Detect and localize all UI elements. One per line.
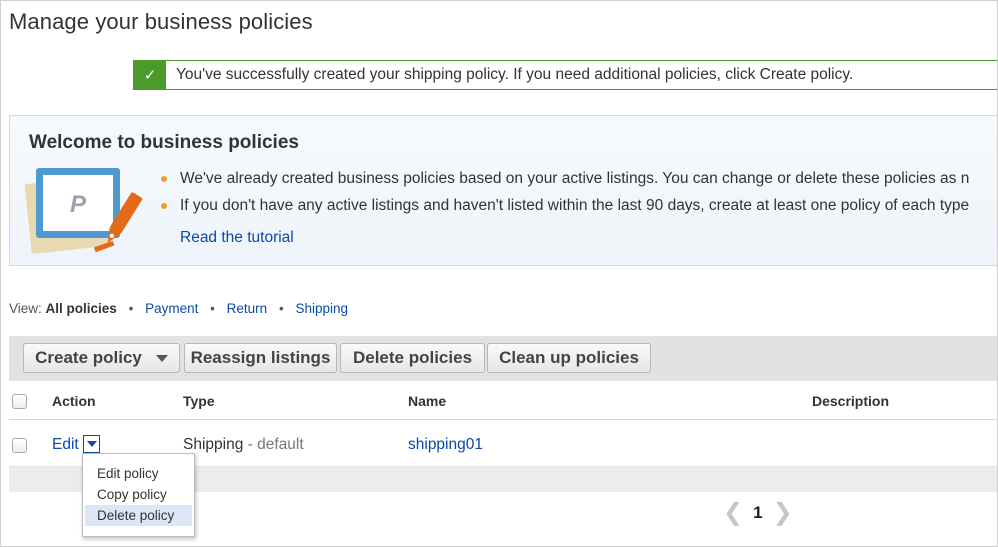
chevron-down-icon	[155, 354, 168, 362]
welcome-bullet-text: We've already created business policies …	[180, 170, 970, 187]
row-checkbox[interactable]	[12, 438, 27, 453]
chevron-right-icon[interactable]: ❯	[773, 501, 793, 525]
policy-toolbar: Create policy Reassign listings Delete p…	[9, 336, 997, 381]
reassign-listings-label: Reassign listings	[190, 348, 331, 367]
chevron-left-icon[interactable]: ❮	[723, 501, 743, 525]
welcome-bullets: We've already created business policies …	[158, 169, 969, 223]
welcome-bullet-item: If you don't have any active listings an…	[158, 196, 969, 223]
create-policy-label: Create policy	[35, 348, 142, 367]
welcome-title: Welcome to business policies	[29, 132, 299, 153]
reassign-listings-button[interactable]: Reassign listings	[184, 343, 337, 373]
policy-name-link[interactable]: shipping01	[408, 436, 483, 454]
policy-type-value: Shipping	[183, 436, 244, 453]
pagination: ❮ 1 ❯	[723, 501, 793, 525]
bullet-icon	[161, 176, 167, 182]
delete-policies-label: Delete policies	[352, 348, 473, 367]
menu-item-copy-policy[interactable]: Copy policy	[83, 484, 194, 505]
view-filter-bar: View: All policies • Payment • Return • …	[9, 301, 348, 316]
clean-up-policies-button[interactable]: Clean up policies	[487, 343, 651, 373]
welcome-panel: Welcome to business policies P We've alr…	[9, 115, 997, 266]
edit-link[interactable]: Edit	[52, 436, 79, 454]
view-separator: •	[128, 301, 134, 316]
view-payment-link[interactable]: Payment	[145, 301, 198, 316]
clean-up-policies-label: Clean up policies	[499, 348, 639, 367]
edit-dropdown-menu: Edit policy Copy policy Delete policy	[82, 453, 195, 537]
view-all-policies-active: All policies	[45, 301, 117, 316]
select-all-checkbox[interactable]	[12, 394, 27, 409]
welcome-bullet-item: We've already created business policies …	[158, 169, 969, 196]
bullet-icon	[161, 203, 167, 209]
menu-item-edit-policy[interactable]: Edit policy	[83, 463, 194, 484]
menu-item-delete-policy[interactable]: Delete policy	[85, 505, 192, 526]
success-message: You've successfully created your shippin…	[176, 66, 854, 83]
policy-type-suffix: - default	[243, 436, 304, 453]
view-prefix: View:	[9, 301, 42, 316]
view-shipping-link[interactable]: Shipping	[295, 301, 348, 316]
current-page-number: 1	[753, 503, 763, 522]
policy-illustration-icon: P	[24, 168, 143, 254]
chevron-down-icon	[86, 441, 97, 447]
edit-dropdown-toggle[interactable]	[83, 435, 100, 453]
page-title: Manage your business policies	[9, 9, 313, 34]
column-header-description: Description	[812, 393, 890, 409]
delete-policies-button[interactable]: Delete policies	[340, 343, 485, 373]
policy-type: Shipping - default	[183, 436, 304, 454]
view-separator: •	[210, 301, 215, 316]
illustration-letter: P	[70, 191, 87, 218]
check-icon: ✓	[134, 61, 166, 89]
column-header-type: Type	[183, 393, 215, 409]
view-separator: •	[278, 301, 284, 316]
column-header-action: Action	[52, 393, 96, 409]
create-policy-button[interactable]: Create policy	[23, 343, 180, 373]
read-tutorial-link[interactable]: Read the tutorial	[180, 229, 294, 247]
table-header: Action Type Name Description	[9, 381, 997, 420]
view-return-link[interactable]: Return	[227, 301, 268, 316]
success-banner: ✓ You've successfully created your shipp…	[133, 60, 997, 90]
column-header-name: Name	[408, 393, 447, 409]
welcome-bullet-text: If you don't have any active listings an…	[180, 197, 970, 214]
page-frame: Manage your business policies ✓ You've s…	[0, 0, 998, 547]
